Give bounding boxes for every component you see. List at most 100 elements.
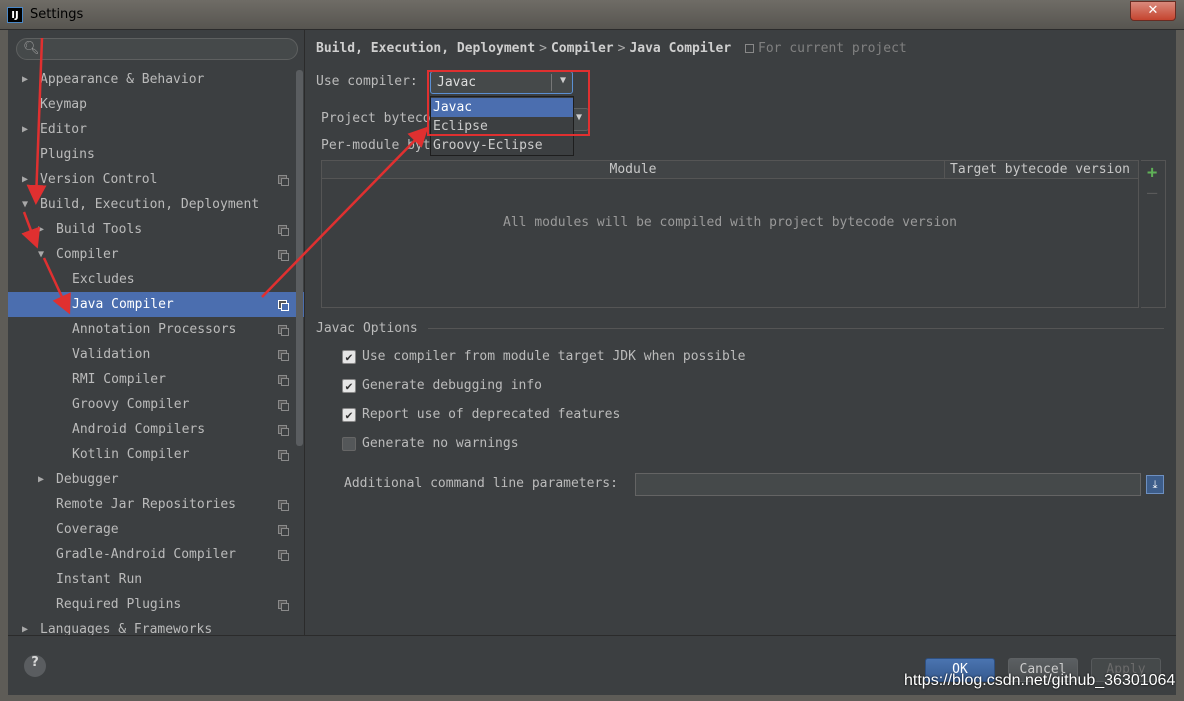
sidebar-item[interactable]: ▶ Build Tools [8, 217, 304, 242]
sidebar-item-label: Annotation Processors [72, 322, 237, 337]
project-bytecode-label: Project byteco [321, 111, 431, 126]
sidebar-item[interactable]: Gradle-Android Compiler [8, 542, 304, 567]
sidebar-item[interactable]: RMI Compiler [8, 367, 304, 392]
sidebar-scrollbar[interactable] [296, 70, 303, 446]
sidebar-item[interactable]: ▶ Languages & Frameworks [8, 617, 304, 635]
chevron-right-icon[interactable]: ▶ [22, 67, 28, 92]
section-divider [428, 328, 1164, 329]
checkbox-label: Report use of deprecated features [362, 407, 621, 422]
sidebar-item-label: Validation [72, 347, 151, 362]
additional-params-label: Additional command line parameters: [344, 476, 618, 491]
project-scope-label: For current project [758, 41, 907, 56]
project-scope-icon [278, 375, 289, 386]
sidebar-item-label: Build, Execution, Deployment [40, 197, 260, 212]
sidebar-item-label: Remote Jar Repositories [56, 497, 237, 512]
sidebar-item-label: Required Plugins [56, 597, 182, 612]
title-bar: IJ Settings ✕ [0, 0, 1184, 30]
sidebar-item-label: Gradle-Android Compiler [56, 547, 237, 562]
search-icon: 🔍︎ [23, 41, 40, 56]
project-scope-hint: For current project [745, 41, 907, 56]
sidebar-item-label: Editor [40, 122, 87, 137]
sidebar-item[interactable]: ▶ Appearance & Behavior [8, 67, 304, 92]
help-icon[interactable]: ? [24, 655, 46, 677]
window-frame-left [0, 30, 8, 701]
breadcrumb-separator: > [539, 41, 547, 56]
sidebar-item-label: Keymap [40, 97, 87, 112]
javac-options-title: Javac Options [316, 321, 418, 336]
checkbox-unchecked-icon[interactable] [342, 437, 356, 451]
sidebar-item[interactable]: Keymap [8, 92, 304, 117]
sidebar-item[interactable]: ▼ Build, Execution, Deployment [8, 192, 304, 217]
breadcrumb-separator: > [617, 41, 626, 56]
checkbox-checked-icon[interactable]: ✔ [342, 408, 356, 422]
project-scope-icon [745, 44, 755, 53]
chevron-right-icon[interactable]: ▶ [22, 117, 28, 142]
per-module-bytecode-label: Per-module byt [321, 138, 431, 153]
module-bytecode-table: Module Target bytecode version All modul… [321, 160, 1139, 308]
watermark-text: https://blog.csdn.net/github_36301064 [904, 672, 1176, 689]
sidebar-item-label: Compiler [56, 247, 119, 262]
close-button[interactable]: ✕ [1130, 1, 1176, 21]
checkbox-label: Generate no warnings [362, 436, 519, 451]
sidebar-item-label: Build Tools [56, 222, 143, 237]
window-title: Settings [30, 7, 84, 22]
settings-content: Build, Execution, Deployment > Compiler > Ja… [306, 30, 1176, 635]
sidebar-item-label: RMI Compiler [72, 372, 166, 387]
sidebar-item[interactable]: Annotation Processors [8, 317, 304, 342]
search-input[interactable] [39, 41, 289, 57]
add-icon[interactable]: + [1147, 163, 1157, 183]
compiler-option-groovy-eclipse[interactable]: Groovy-Eclipse [431, 136, 573, 155]
chevron-right-icon[interactable]: ▶ [22, 167, 28, 192]
sidebar-item[interactable]: Validation [8, 342, 304, 367]
project-scope-icon [278, 425, 289, 436]
sidebar-item-label: Groovy Compiler [72, 397, 190, 412]
sidebar-item[interactable]: Kotlin Compiler [8, 442, 304, 467]
sidebar-item[interactable]: Excludes [8, 267, 304, 292]
chevron-right-icon[interactable]: ▶ [38, 217, 44, 242]
sidebar-item[interactable]: Android Compilers [8, 417, 304, 442]
window-frame-bottom [0, 695, 1184, 701]
expand-icon[interactable]: ⤓ [1146, 475, 1164, 494]
sidebar-item-label: Languages & Frameworks [40, 622, 213, 635]
additional-params-input[interactable] [635, 473, 1141, 496]
breadcrumb-part: Compiler [550, 41, 614, 56]
column-header-target-bytecode[interactable]: Target bytecode version [945, 161, 1138, 179]
sidebar-item[interactable]: ▶ Debugger [8, 467, 304, 492]
sidebar-item-label: Debugger [56, 472, 119, 487]
sidebar-item[interactable]: Coverage [8, 517, 304, 542]
remove-icon[interactable]: — [1147, 183, 1157, 203]
window-frame-right [1176, 30, 1184, 701]
chevron-down-icon[interactable]: ▼ [22, 192, 28, 217]
table-toolbar: + — [1141, 160, 1166, 308]
sidebar-item-label: Android Compilers [72, 422, 206, 437]
checkbox-checked-icon[interactable]: ✔ [342, 379, 356, 393]
sidebar-item[interactable]: Plugins [8, 142, 304, 167]
sidebar-item-label: Excludes [72, 272, 135, 287]
checkbox-label: Use compiler from module target JDK when… [362, 349, 746, 364]
sidebar-item[interactable]: Instant Run [8, 567, 304, 592]
column-header-module[interactable]: Module [322, 161, 945, 179]
intellij-app-icon: IJ [7, 7, 23, 23]
project-scope-icon [278, 175, 289, 186]
sidebar-item[interactable]: ▶ Version Control [8, 167, 304, 192]
chevron-right-icon[interactable]: ▶ [22, 617, 28, 635]
sidebar-item[interactable]: ▶ Editor [8, 117, 304, 142]
breadcrumb-part: Java Compiler [629, 41, 732, 56]
chevron-down-icon[interactable]: ▼ [38, 242, 44, 267]
sidebar-item[interactable]: Groovy Compiler [8, 392, 304, 417]
settings-search[interactable]: 🔍︎ [16, 38, 298, 60]
breadcrumb-part: Build, Execution, Deployment [316, 41, 536, 56]
project-scope-icon [278, 350, 289, 361]
sidebar-item-label: Appearance & Behavior [40, 72, 205, 87]
sidebar-item[interactable]: Java Compiler [8, 292, 304, 317]
sidebar-item[interactable]: Remote Jar Repositories [8, 492, 304, 517]
checkbox-checked-icon[interactable]: ✔ [342, 350, 356, 364]
sidebar-item-label: Coverage [56, 522, 119, 537]
sidebar-item[interactable]: ▼ Compiler [8, 242, 304, 267]
chevron-right-icon[interactable]: ▶ [38, 467, 44, 492]
project-scope-icon [278, 325, 289, 336]
sidebar-item[interactable]: Required Plugins [8, 592, 304, 617]
project-scope-icon [278, 225, 289, 236]
sidebar-item-label: Instant Run [56, 572, 143, 587]
project-scope-icon [278, 300, 289, 311]
